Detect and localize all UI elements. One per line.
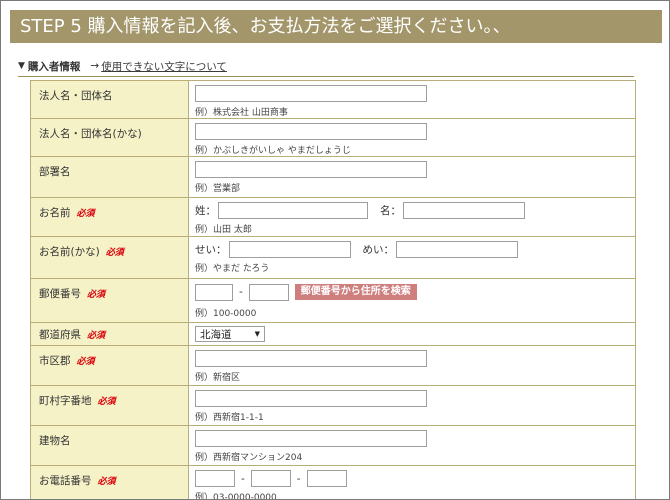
phone-2-input[interactable]: [250, 470, 291, 487]
first-name-input[interactable]: [403, 202, 525, 219]
mei-label: 名：: [380, 205, 401, 217]
unusable-chars-link[interactable]: 使用できない文字について: [101, 59, 227, 74]
row-field: 例）西新宿1-1-1: [189, 386, 635, 425]
mei-kana-label: めい：: [362, 244, 395, 256]
purchase-form-panel: STEP 5 購入情報を記入後、お支払方法をご選択ください。、 ▼ 購入者情報 …: [0, 0, 670, 500]
row-label: 市区郡 必須: [31, 346, 189, 385]
row-field: 例）新宿区: [189, 346, 635, 385]
chevron-down-icon: ▼: [254, 330, 260, 338]
arrow-right-icon: →: [90, 60, 100, 72]
required-badge: 必須: [97, 397, 116, 407]
row-town: 町村字番地 必須 例）西新宿1-1-1: [31, 385, 635, 425]
example-text: 例）株式会社 山田商事: [195, 108, 288, 118]
row-field: 姓： 名： 例）山田 太郎: [189, 198, 635, 236]
example-text: 例）営業部: [195, 184, 241, 194]
row-label: お電話番号 必須: [31, 466, 189, 499]
row-label: 都道府県 必須: [31, 323, 189, 345]
row-field: せい： めい： 例）やまだ たろう: [189, 237, 635, 278]
row-name: お名前 必須 姓： 名： 例）山田 太郎: [31, 197, 635, 236]
step-banner: STEP 5 購入情報を記入後、お支払方法をご選択ください。、: [10, 10, 662, 43]
phone-dash: -: [296, 472, 301, 485]
example-text: 例）新宿区: [195, 373, 241, 383]
row-label: 建物名: [31, 426, 189, 465]
required-badge: 必須: [87, 331, 106, 341]
row-field: - 郵便番号から住所を検索 例）100-0000: [189, 279, 635, 322]
section-rule: [18, 76, 634, 77]
row-prefecture: 都道府県 必須 北海道 ▼: [31, 322, 635, 345]
corp-name-kana-input[interactable]: [195, 123, 427, 140]
row-label: お名前 必須: [31, 198, 189, 236]
purchaser-form-table: 法人名・団体名 例）株式会社 山田商事 法人名・団体名(かな) 例）かぶしきがい…: [30, 80, 636, 500]
postal-code-1-input[interactable]: [195, 283, 233, 301]
row-field: 例）営業部: [189, 157, 635, 197]
required-badge: 必須: [76, 357, 95, 367]
town-input[interactable]: [195, 390, 427, 407]
row-building: 建物名 例）西新宿マンション204: [31, 425, 635, 465]
row-label: 町村字番地 必須: [31, 386, 189, 425]
example-text: 例）100-0000: [195, 309, 257, 319]
department-input[interactable]: [195, 161, 427, 178]
row-field: 例）かぶしきがいしゃ やまだしょうじ: [189, 119, 635, 156]
corp-name-input[interactable]: [195, 85, 427, 102]
building-input[interactable]: [195, 430, 427, 447]
required-badge: 必須: [87, 290, 106, 300]
required-badge: 必須: [97, 477, 116, 487]
row-phone: お電話番号 必須 - - 例）03-0000-0000: [31, 465, 635, 500]
phone-3-input[interactable]: [306, 470, 347, 487]
row-name-kana: お名前(かな) 必須 せい： めい： 例）やまだ たろう: [31, 236, 635, 278]
sei-kana-label: せい：: [195, 244, 227, 256]
section-title: 購入者情報: [27, 60, 81, 73]
section-header: ▼ 購入者情報 → 使用できない文字について: [18, 58, 227, 74]
example-text: 例）山田 太郎: [195, 225, 252, 235]
row-field: 例）西新宿マンション204: [189, 426, 635, 465]
postal-dash: -: [239, 286, 243, 298]
postal-search-button[interactable]: 郵便番号から住所を検索: [294, 284, 417, 300]
example-text: 例）かぶしきがいしゃ やまだしょうじ: [195, 146, 351, 156]
first-name-kana-input[interactable]: [396, 241, 518, 258]
required-badge: 必須: [105, 248, 124, 258]
prefecture-select[interactable]: 北海道 ▼: [195, 326, 265, 342]
row-postal: 郵便番号 必須 - 郵便番号から住所を検索 例）100-0000: [31, 278, 635, 322]
row-city: 市区郡 必須 例）新宿区: [31, 345, 635, 385]
example-text: 例）03-0000-0000: [195, 493, 277, 500]
example-text: 例）西新宿マンション204: [195, 453, 303, 463]
phone-dash: -: [241, 472, 245, 485]
row-corp-name: 法人名・団体名 例）株式会社 山田商事: [31, 80, 635, 118]
row-department: 部署名 例）営業部: [31, 156, 635, 197]
row-field: 北海道 ▼: [189, 323, 635, 345]
city-input[interactable]: [195, 350, 427, 367]
row-label: お名前(かな) 必須: [31, 237, 189, 278]
triangle-down-icon: ▼: [18, 61, 25, 71]
row-corp-name-kana: 法人名・団体名(かな) 例）かぶしきがいしゃ やまだしょうじ: [31, 118, 635, 156]
row-label: 部署名: [31, 157, 189, 197]
example-text: 例）やまだ たろう: [195, 264, 270, 274]
postal-code-2-input[interactable]: [248, 283, 289, 301]
required-badge: 必須: [76, 209, 95, 219]
row-field: - - 例）03-0000-0000: [189, 466, 635, 500]
last-name-kana-input[interactable]: [228, 241, 351, 258]
example-text: 例）西新宿1-1-1: [195, 413, 264, 423]
last-name-input[interactable]: [218, 202, 368, 219]
row-field: 例）株式会社 山田商事: [189, 81, 635, 118]
phone-1-input[interactable]: [195, 470, 235, 487]
sei-label: 姓：: [195, 205, 216, 217]
row-label: 法人名・団体名(かな): [31, 119, 189, 156]
row-label: 法人名・団体名: [31, 81, 189, 118]
row-label: 郵便番号 必須: [31, 279, 189, 322]
